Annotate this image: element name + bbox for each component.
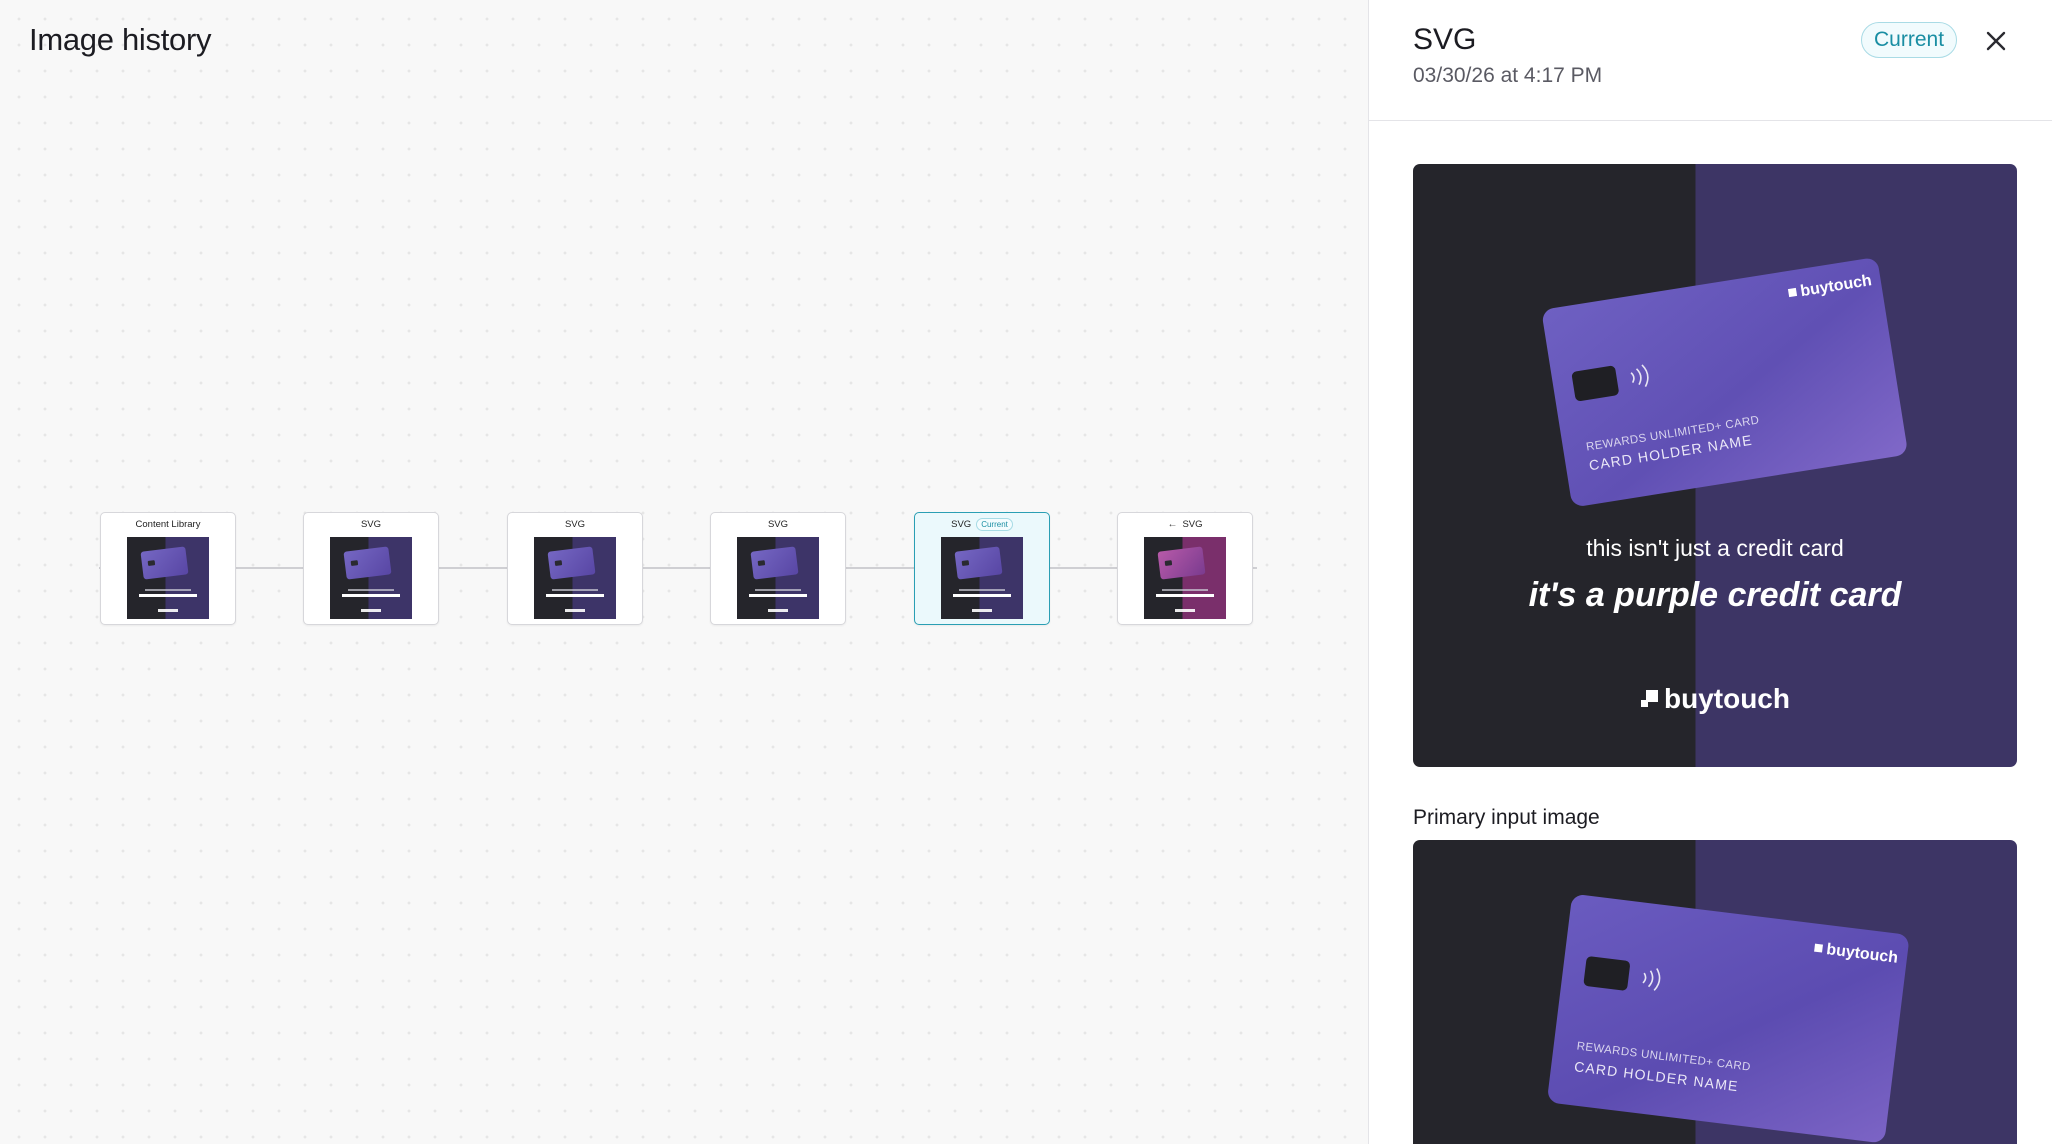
node-label: SVG bbox=[767, 519, 789, 530]
node-thumbnail bbox=[330, 537, 412, 619]
thumbnail-tagline bbox=[348, 589, 394, 591]
preview-headline: it's a purple credit card bbox=[1528, 576, 1902, 614]
thumbnail-tagline bbox=[145, 589, 191, 591]
thumbnail-headline bbox=[953, 594, 1011, 597]
connector-line bbox=[1050, 567, 1117, 569]
connector-line bbox=[1253, 567, 1257, 569]
thumbnail-headline bbox=[1156, 594, 1214, 597]
thumbnail-card bbox=[343, 546, 392, 580]
section-label: Primary input image bbox=[1413, 806, 1600, 829]
close-button[interactable] bbox=[1979, 24, 2013, 58]
node-label: SVG bbox=[1182, 519, 1203, 530]
arrow-left-icon: ← bbox=[1167, 519, 1178, 530]
thumbnail-headline bbox=[342, 594, 400, 597]
node-label: Content Library bbox=[135, 519, 201, 530]
thumbnail-card bbox=[140, 546, 189, 580]
thumbnail-tagline bbox=[959, 589, 1005, 591]
thumbnail-logo bbox=[972, 609, 992, 612]
preview-brand: buytouch bbox=[1413, 683, 2017, 715]
node-thumbnail bbox=[737, 537, 819, 619]
history-node-current[interactable]: SVG Current bbox=[914, 512, 1050, 625]
page-title: Image history bbox=[29, 22, 212, 57]
node-thumbnail bbox=[941, 537, 1023, 619]
node-label: SVG bbox=[951, 519, 972, 530]
thumbnail-logo bbox=[361, 609, 381, 612]
brand-text: buytouch bbox=[1664, 683, 1790, 714]
panel-date: 03/30/26 at 4:17 PM bbox=[1413, 64, 1603, 87]
thumbnail-logo bbox=[768, 609, 788, 612]
node-label: SVG bbox=[564, 519, 586, 530]
history-node[interactable]: SVG bbox=[507, 512, 643, 625]
panel-title: SVG bbox=[1413, 23, 1477, 56]
node-header: SVG Current bbox=[915, 513, 1049, 536]
connector-line bbox=[439, 567, 507, 569]
input-image: buytouch REWARDS UNLIMITED+ CARD CARD HO… bbox=[1413, 840, 2017, 1144]
thumbnail-tagline bbox=[1162, 589, 1208, 591]
history-node[interactable]: ← SVG bbox=[1117, 512, 1253, 625]
preview-tagline: this isn't just a credit card bbox=[1586, 535, 1844, 561]
thumbnail-headline bbox=[749, 594, 807, 597]
node-label: SVG bbox=[360, 519, 382, 530]
preview-image: buytouch REWARDS UNLIMITED+ CARD CARD HO… bbox=[1413, 164, 2017, 767]
connector-line bbox=[236, 567, 303, 569]
close-icon bbox=[1986, 31, 2006, 51]
node-header: ← SVG bbox=[1118, 513, 1252, 536]
thumbnail-logo bbox=[565, 609, 585, 612]
node-thumbnail bbox=[127, 537, 209, 619]
thumbnail-logo bbox=[1175, 609, 1195, 612]
thumbnail-headline bbox=[546, 594, 604, 597]
history-node[interactable]: SVG bbox=[303, 512, 439, 625]
detail-panel: SVG 03/30/26 at 4:17 PM Current buytouch… bbox=[1368, 0, 2052, 1144]
current-status-badge: Current bbox=[1861, 22, 1958, 58]
thumbnail-card bbox=[954, 546, 1003, 580]
current-badge: Current bbox=[976, 518, 1013, 531]
thumbnail-card bbox=[750, 546, 799, 580]
node-header: SVG bbox=[304, 513, 438, 536]
history-canvas[interactable]: Image history Content Library SVG SVG SV… bbox=[0, 0, 1368, 1144]
panel-header: SVG 03/30/26 at 4:17 PM Current bbox=[1369, 0, 2052, 121]
buytouch-logo-icon bbox=[1641, 690, 1658, 707]
thumbnail-card bbox=[547, 546, 596, 580]
node-thumbnail bbox=[534, 537, 616, 619]
history-node[interactable]: Content Library bbox=[100, 512, 236, 625]
connector-line bbox=[846, 567, 914, 569]
thumbnail-card bbox=[1157, 546, 1206, 580]
node-thumbnail bbox=[1144, 537, 1226, 619]
history-node[interactable]: SVG bbox=[710, 512, 846, 625]
connector-line bbox=[643, 567, 711, 569]
node-header: SVG bbox=[508, 513, 642, 536]
node-header: SVG bbox=[711, 513, 845, 536]
thumbnail-headline bbox=[139, 594, 197, 597]
thumbnail-tagline bbox=[755, 589, 801, 591]
node-header: Content Library bbox=[101, 513, 235, 536]
credit-card-graphic: buytouch REWARDS UNLIMITED+ CARD CARD HO… bbox=[1548, 895, 1909, 1143]
thumbnail-tagline bbox=[552, 589, 598, 591]
credit-card-graphic: buytouch REWARDS UNLIMITED+ CARD CARD HO… bbox=[1542, 258, 1907, 506]
thumbnail-logo bbox=[158, 609, 178, 612]
